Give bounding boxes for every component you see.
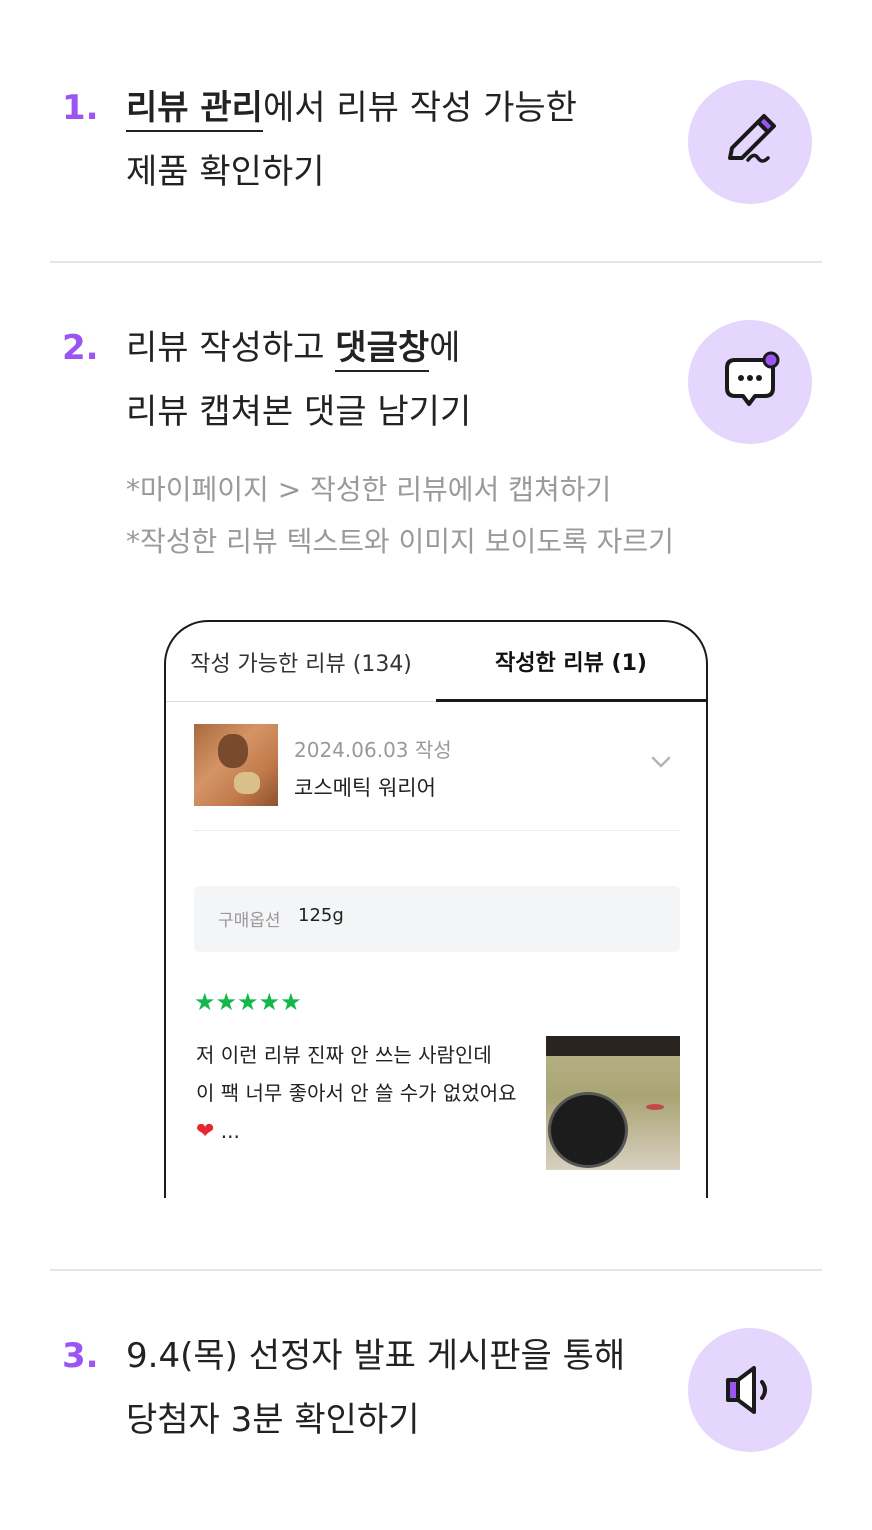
product-name: 코스메틱 워리어 (294, 776, 436, 800)
option-value: 125g (298, 905, 344, 926)
step-3-line-1: 9.4(목) 선정자 발표 게시판을 통해 (126, 1336, 626, 1376)
step-1-number: 1. (62, 88, 99, 128)
comment-box-highlight: 댓글창 (335, 328, 430, 372)
pencil-icon (688, 80, 812, 204)
chat-bubble-icon (688, 320, 812, 444)
tab-available-reviews[interactable]: 작성 가능한 리뷰 (134) (166, 622, 436, 702)
product-thumbnail (194, 724, 278, 806)
review-photo[interactable] (546, 1036, 680, 1170)
heart-icon: ❤ (196, 1119, 215, 1144)
step-1-line-1: 리뷰 관리에서 리뷰 작성 가능한 (126, 76, 577, 140)
step-1-line-2: 제품 확인하기 (126, 152, 325, 192)
step-2-number: 2. (62, 328, 99, 368)
review-ellipsis: ... (214, 1119, 240, 1143)
step-2-line-1: 리뷰 작성하고 댓글창에 (126, 316, 460, 380)
review-date: 2024.06.03 작성 (294, 738, 452, 762)
purchase-option-box: 구매옵션 125g (194, 886, 680, 952)
step-2-line-1-post: 에 (429, 328, 461, 368)
divider-1 (50, 261, 822, 263)
star-rating: ★★★★★ (194, 988, 302, 1016)
step-2-note-2: *작성한 리뷰 텍스트와 이미지 보이도록 자르기 (126, 525, 674, 558)
review-line-1: 저 이런 리뷰 진짜 안 쓰는 사람인데 (196, 1043, 492, 1067)
option-label: 구매옵션 (218, 911, 281, 931)
step-2-line-2: 리뷰 캡쳐본 댓글 남기기 (126, 392, 472, 432)
step-3-number: 3. (62, 1336, 99, 1376)
speaker-icon (688, 1328, 812, 1452)
divider-2 (50, 1269, 822, 1271)
step-1-line-1-rest: 에서 리뷰 작성 가능한 (262, 88, 577, 128)
review-tabs: 작성 가능한 리뷰 (134) 작성한 리뷰 (1) (166, 622, 706, 702)
step-2-note-1: *마이페이지 > 작성한 리뷰에서 캡쳐하기 (126, 473, 612, 506)
review-text: 저 이런 리뷰 진짜 안 쓰는 사람인데 이 팩 너무 좋아서 안 쓸 수가 없… (196, 1036, 536, 1151)
step-3-line-2: 당첨자 3분 확인하기 (126, 1400, 420, 1440)
tab-written-reviews[interactable]: 작성한 리뷰 (1) (436, 622, 706, 702)
chevron-down-icon[interactable] (650, 754, 672, 773)
review-line-3: ❤ ... (196, 1112, 536, 1151)
phone-mockup: 작성 가능한 리뷰 (134) 작성한 리뷰 (1) 2024.06.03 작성… (164, 620, 708, 1198)
review-divider (194, 830, 680, 831)
step-2-line-1-pre: 리뷰 작성하고 (126, 328, 336, 368)
review-manage-highlight: 리뷰 관리 (126, 88, 263, 132)
review-line-2: 이 팩 너무 좋아서 안 쓸 수가 없었어요 (196, 1081, 517, 1105)
